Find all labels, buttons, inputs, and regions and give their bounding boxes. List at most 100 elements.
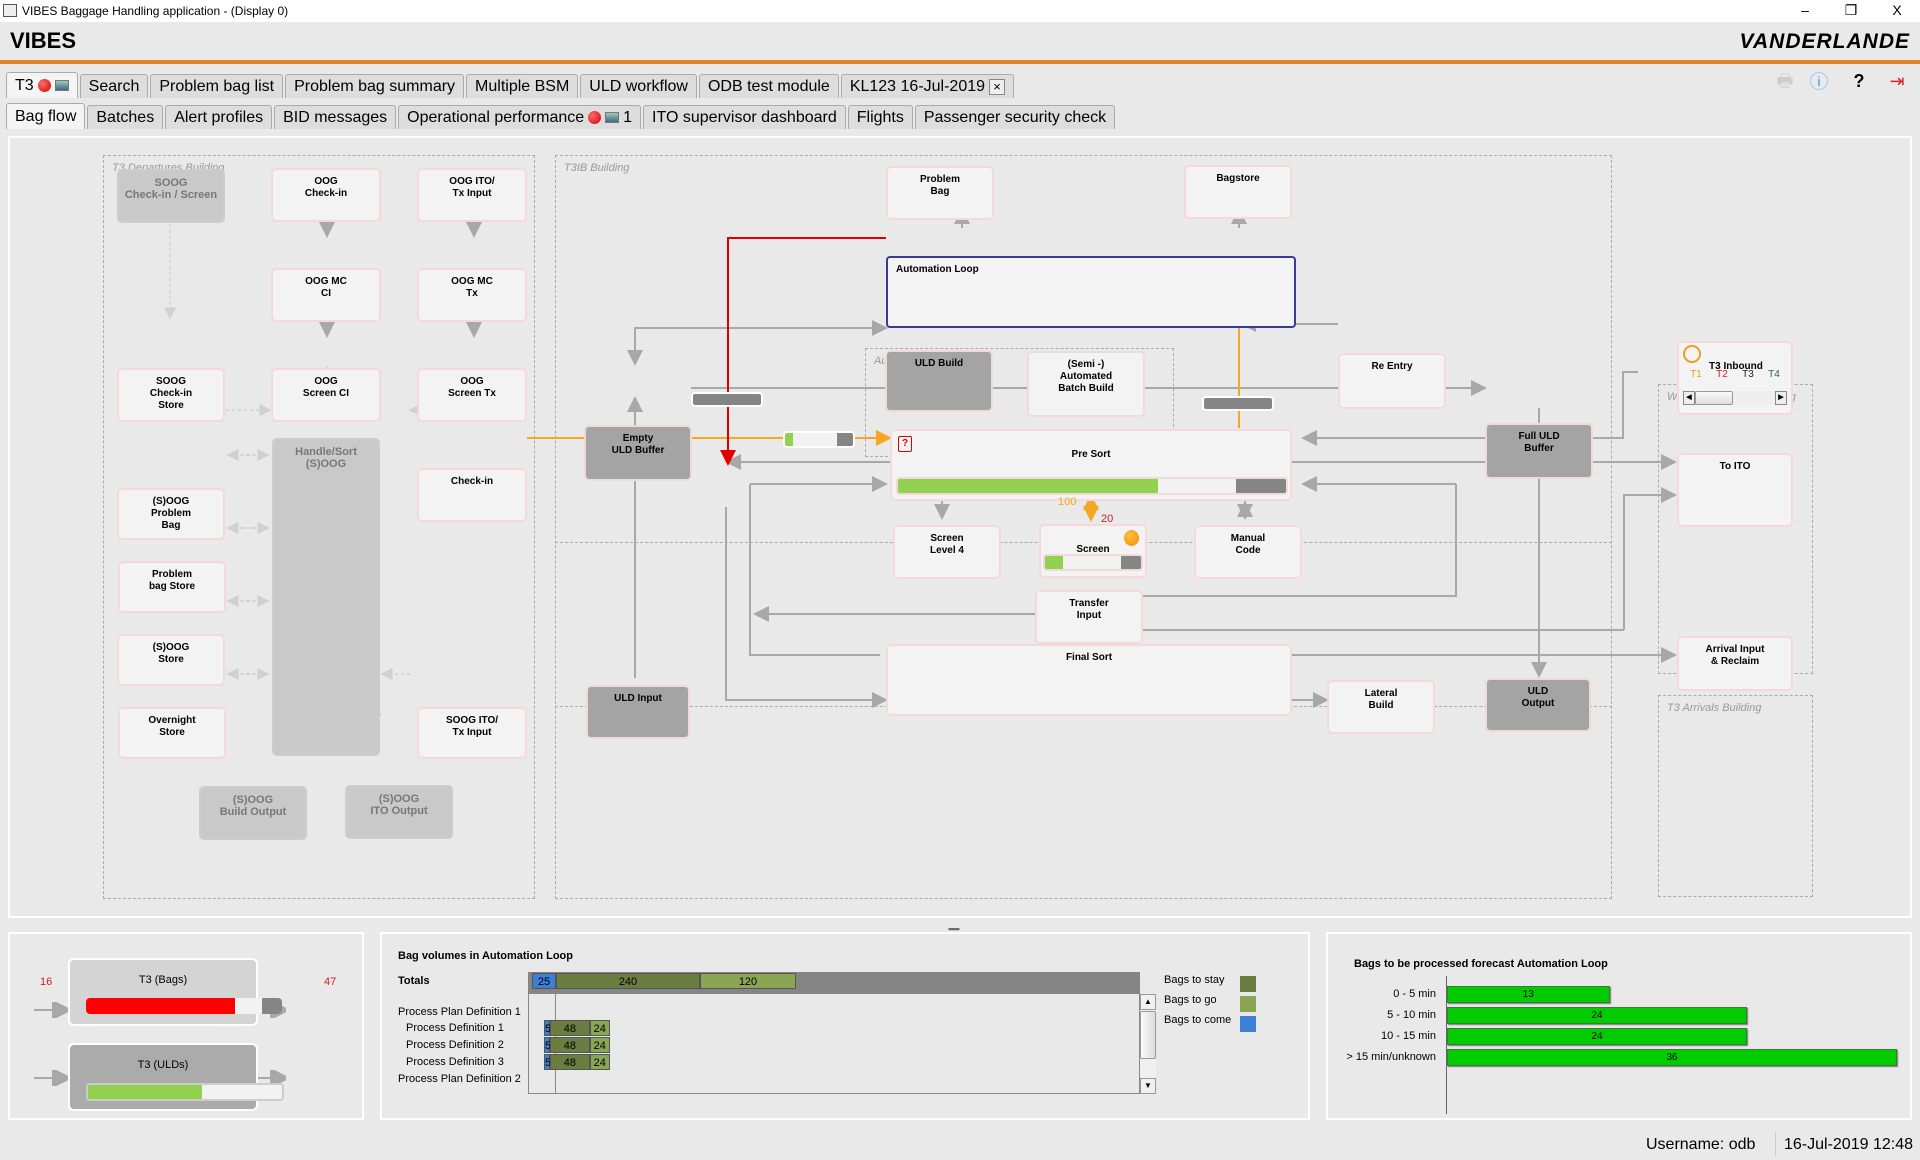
tab-odb-test-module[interactable]: ODB test module [698, 74, 839, 98]
t3-bags-label: T3 (Bags) [138, 974, 188, 986]
node-soog-build-output[interactable]: (S)OOG Build Output [199, 786, 307, 840]
monitor-icon [54, 80, 69, 91]
bag-flow-diagram: T3 Departures Building T3IB Building Aut… [8, 136, 1912, 918]
tab-alert-profiles[interactable]: Alert profiles [165, 105, 273, 129]
node-oog-mc-tx[interactable]: OOG MC Tx [417, 268, 527, 322]
node-uld-build[interactable]: ULD Build [885, 350, 993, 412]
node-arrival-input-reclaim[interactable]: Arrival Input & Reclaim [1677, 636, 1793, 691]
bag-volumes-title: Bag volumes in Automation Loop [398, 950, 573, 962]
tab-bag-flow[interactable]: Bag flow [6, 103, 86, 129]
node-oog-ito-tx-input[interactable]: OOG ITO/ Tx Input [417, 168, 527, 222]
tab-uld-workflow[interactable]: ULD workflow [580, 74, 697, 98]
node-soog-store[interactable]: (S)OOG Store [117, 634, 225, 686]
close-tab-icon[interactable]: × [989, 78, 1006, 95]
node-soog-problem-bag[interactable]: (S)OOG Problem Bag [117, 488, 225, 540]
node-bagstore[interactable]: Bagstore [1184, 165, 1292, 219]
fill-level [86, 998, 235, 1014]
t3-ulds-box[interactable]: T3 (ULDs) [68, 1043, 284, 1111]
node-pre-sort[interactable]: Pre Sort ? [890, 429, 1292, 501]
row-label: Process Plan Definition 1 [398, 1006, 521, 1018]
minimize-button[interactable]: – [1782, 0, 1828, 22]
tab-operational-performance[interactable]: Operational performance 1 [398, 105, 642, 129]
tab-label: Batches [96, 109, 155, 126]
tab-label: Problem bag summary [294, 78, 456, 95]
node-automation-loop[interactable]: Automation Loop [886, 256, 1296, 328]
t3-bags-box[interactable]: T3 (Bags) [68, 958, 282, 1026]
tab-bid-messages[interactable]: BID messages [274, 105, 397, 129]
tab-flight-kl123[interactable]: KL123 16-Jul-2019 × [840, 74, 1015, 98]
tab-multiple-bsm[interactable]: Multiple BSM [466, 74, 579, 98]
scroll-up-button[interactable]: ▲ [1140, 994, 1156, 1010]
forecast-title: Bags to be processed forecast Automation… [1354, 958, 1608, 970]
tab-passenger-security-check[interactable]: Passenger security check [914, 105, 1116, 129]
node-checkin[interactable]: Check-in [417, 468, 527, 522]
node-screen-level-4[interactable]: Screen Level 4 [893, 525, 1001, 579]
node-overnight-store[interactable]: Overnight Store [118, 707, 226, 759]
problem-bag-icon[interactable]: ? [898, 436, 912, 452]
close-window-button[interactable]: X [1874, 0, 1920, 22]
node-problem-bag-store[interactable]: Problem bag Store [118, 561, 226, 613]
bags-in-count: 16 [40, 976, 53, 988]
node-transfer-input[interactable]: Transfer Input [1035, 590, 1143, 644]
info-icon[interactable]: i [1810, 72, 1828, 90]
app-icon [3, 4, 17, 17]
scroll-left-button[interactable]: ◀ [1683, 391, 1695, 405]
tab-flights[interactable]: Flights [847, 105, 913, 129]
node-uld-output[interactable]: ULD Output [1485, 678, 1591, 732]
legend-swatch [1240, 976, 1256, 992]
node-soog-checkin-store[interactable]: SOOG Check-in Store [117, 368, 225, 422]
pre-sort-fill-bar [896, 477, 1288, 495]
node-oog-screen-ci[interactable]: OOG Screen CI [271, 368, 381, 422]
scroll-thumb[interactable] [1695, 391, 1733, 405]
node-lateral-build[interactable]: Lateral Build [1327, 680, 1435, 734]
node-soog-ito-tx-input[interactable]: SOOG ITO/ Tx Input [417, 707, 527, 759]
node-oog-mc-ci[interactable]: OOG MC CI [271, 268, 381, 322]
bag-volumes-list [528, 994, 1140, 1094]
terminal-t1[interactable]: T1 [1690, 369, 1702, 381]
tab-label: T3 [15, 77, 34, 94]
tab-ito-supervisor-dashboard[interactable]: ITO supervisor dashboard [643, 105, 846, 129]
vertical-scrollbar[interactable]: ▲ ▼ [1140, 994, 1156, 1094]
node-soog-checkin-screen[interactable]: SOOG Check-in / Screen [117, 169, 225, 223]
help-icon[interactable]: ? [1848, 70, 1870, 92]
print-icon[interactable]: 🖶 [1774, 70, 1796, 92]
node-oog-checkin[interactable]: OOG Check-in [271, 168, 381, 222]
tab-search[interactable]: Search [79, 74, 149, 98]
row-label: Process Plan Definition 2 [398, 1073, 521, 1085]
tab-problem-bag-summary[interactable]: Problem bag summary [285, 74, 465, 98]
node-problem-bag[interactable]: Problem Bag [886, 166, 994, 220]
node-re-entry[interactable]: Re Entry [1338, 353, 1446, 409]
node-empty-uld-buffer[interactable]: Empty ULD Buffer [584, 425, 692, 481]
window-title: VIBES Baggage Handling application - (Di… [22, 4, 289, 18]
legend-label: Bags to go [1164, 994, 1217, 1006]
window-titlebar: VIBES Baggage Handling application - (Di… [0, 0, 1920, 22]
restore-button[interactable]: ❐ [1828, 0, 1874, 22]
tab-t3[interactable]: T3 [6, 72, 78, 98]
forecast-label: 10 - 15 min [1380, 1030, 1436, 1042]
fill-level [1045, 556, 1064, 569]
terminal-t3[interactable]: T3 [1742, 369, 1754, 381]
conveyor-indicator [691, 392, 763, 407]
node-final-sort[interactable]: Final Sort [886, 644, 1292, 716]
scroll-down-button[interactable]: ▼ [1140, 1078, 1156, 1094]
node-oog-screen-tx[interactable]: OOG Screen Tx [417, 368, 527, 422]
node-uld-input[interactable]: ULD Input [586, 685, 690, 739]
node-handle-sort-soog[interactable]: Handle/Sort (S)OOG [272, 438, 380, 756]
scroll-right-button[interactable]: ▶ [1775, 391, 1787, 405]
tab-batches[interactable]: Batches [87, 105, 164, 129]
logout-icon[interactable]: ⇥ [1886, 70, 1908, 92]
node-t3-inbound[interactable]: T3 Inbound T1 T2 T3 T4 ◀ ▶ [1677, 341, 1793, 415]
terminal-t2[interactable]: T2 [1716, 369, 1728, 381]
scroll-thumb[interactable] [1140, 1011, 1156, 1059]
node-soog-ito-output[interactable]: (S)OOG ITO Output [345, 785, 453, 839]
node-screen[interactable]: Screen [1039, 524, 1147, 578]
horizontal-scrollbar[interactable]: ◀ ▶ [1683, 391, 1787, 405]
terminal-t4[interactable]: T4 [1768, 369, 1780, 381]
node-to-ito[interactable]: To ITO [1677, 453, 1793, 527]
node-manual-code[interactable]: Manual Code [1194, 525, 1302, 579]
node-full-uld-buffer[interactable]: Full ULD Buffer [1485, 423, 1593, 479]
node-semi-automated-batch-build[interactable]: (Semi -) Automated Batch Build [1027, 351, 1145, 417]
tab-problem-bag-list[interactable]: Problem bag list [150, 74, 284, 98]
forecast-label: > 15 min/unknown [1346, 1051, 1436, 1063]
summary-panel: 16 47 T3 (Bags) T3 (ULDs) [8, 932, 364, 1120]
